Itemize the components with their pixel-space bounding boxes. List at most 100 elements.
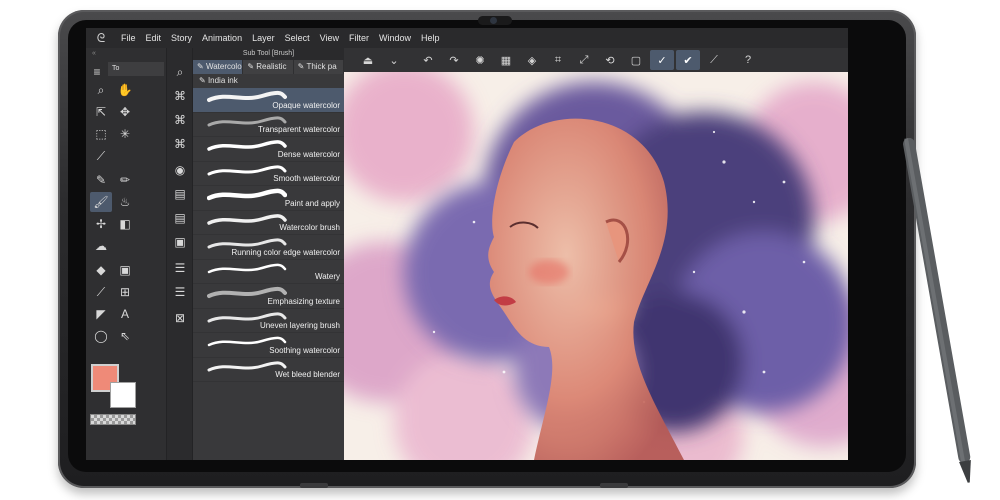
material-icon[interactable]: ▤ (169, 208, 191, 228)
layers-icon[interactable]: ☰ (169, 258, 191, 278)
menu-file[interactable]: File (116, 33, 141, 43)
pen-curve-icon[interactable]: ✔ (676, 50, 700, 70)
undo-icon[interactable]: ↶ (416, 50, 440, 70)
tab-label: Thick pa (306, 62, 337, 71)
balloon-icon[interactable]: ◯ (90, 326, 112, 346)
brush-item[interactable]: Uneven layering brush (193, 309, 344, 333)
material-icon[interactable]: ▤ (169, 184, 191, 204)
menu-animation[interactable]: Animation (197, 33, 247, 43)
bucket-icon[interactable]: ◈ (520, 50, 544, 70)
sub-color-swatch[interactable] (110, 382, 136, 408)
fill-bucket-icon[interactable]: ◆ (90, 260, 112, 280)
move-icon[interactable]: ✥ (114, 102, 136, 122)
app-screen: ᘓ File Edit Story Animation Layer Select… (86, 28, 848, 460)
frame-border-icon[interactable]: ⊞ (114, 282, 136, 302)
tab-label: Watercolor (205, 62, 243, 71)
brush-stroke-preview (207, 263, 287, 273)
pointer-icon[interactable]: ⇱ (90, 102, 112, 122)
text-icon[interactable]: A (114, 304, 136, 324)
menu-icon[interactable]: ≡ (86, 62, 108, 82)
pen-icon[interactable]: ✎ (90, 170, 112, 190)
command-bar: ⏏ ⌄ ↶ ↷ ✺ ▦ ◈ ⌗ ⤢ ⟲ ▢ ✓ ✔ ⟋ ? (344, 48, 848, 72)
zoom-icon[interactable]: ⌕ (169, 62, 191, 82)
brush-name: Opaque watercolor (272, 100, 340, 110)
brush-name: Running color edge watercolor (231, 247, 340, 257)
brush-stroke-preview (207, 140, 287, 151)
menu-story[interactable]: Story (166, 33, 197, 43)
menu-filter[interactable]: Filter (344, 33, 374, 43)
gradient-icon[interactable]: ▣ (114, 260, 136, 280)
figure-icon[interactable]: ⟋ (90, 282, 112, 302)
crop-icon[interactable]: ⌗ (546, 50, 570, 70)
brush-item[interactable]: Watercolor brush (193, 211, 344, 235)
fill-icon[interactable]: ⏏ (356, 50, 380, 70)
brush-group-icon[interactable]: ⌘ (169, 110, 191, 130)
brush-name: Emphasizing texture (267, 296, 340, 306)
tab-watercolor[interactable]: ✎ Watercolor (193, 60, 243, 74)
transform-icon[interactable]: ⤢ (572, 50, 596, 70)
decoration-icon[interactable]: ✢ (90, 214, 112, 234)
brush-item[interactable]: Running color edge watercolor (193, 235, 344, 260)
brush-stroke-preview (207, 213, 287, 225)
tab-india-ink[interactable]: ✎ India ink (193, 74, 344, 88)
frame-icon[interactable]: ▢ (624, 50, 648, 70)
brush-group-icon[interactable]: ⌘ (169, 86, 191, 106)
layers-icon[interactable]: ☰ (169, 282, 191, 302)
brush-item[interactable]: Soothing watercolor (193, 333, 344, 358)
palette-icon[interactable]: ◉ (169, 160, 191, 180)
brush-item[interactable]: Dense watercolor (193, 137, 344, 162)
redo-icon[interactable]: ↷ (442, 50, 466, 70)
loading-icon[interactable]: ✺ (468, 50, 492, 70)
grid-icon[interactable]: ▦ (494, 50, 518, 70)
pen-line-icon[interactable]: ⟋ (702, 50, 726, 70)
help-icon[interactable]: ? (736, 50, 760, 70)
blend-icon[interactable]: ☁ (90, 236, 112, 256)
brush-name: Dense watercolor (277, 149, 340, 159)
chevron-down-icon[interactable]: ⌄ (382, 50, 406, 70)
menu-select[interactable]: Select (280, 33, 315, 43)
port (600, 483, 628, 488)
marquee-icon[interactable]: ⬚ (90, 124, 112, 144)
ruler-icon[interactable]: ◤ (90, 304, 112, 324)
drawing-canvas[interactable] (344, 72, 848, 460)
brush-item[interactable]: Wet bleed blender (193, 358, 344, 382)
brush-item[interactable]: Watery (193, 260, 344, 284)
rotate-icon[interactable]: ⟲ (598, 50, 622, 70)
brush-icon[interactable]: 🖌 (90, 192, 112, 212)
menu-bar: ᘓ File Edit Story Animation Layer Select… (86, 28, 848, 48)
magic-wand-icon[interactable]: ✳ (114, 124, 136, 144)
menu-help[interactable]: Help (416, 33, 445, 43)
correct-line-icon[interactable]: ⇖ (114, 326, 136, 346)
panel-title: Sub Tool [Brush] (193, 48, 344, 60)
hand-icon[interactable]: ✋ (114, 80, 136, 100)
menu-layer[interactable]: Layer (247, 33, 280, 43)
brush-name: Watery (314, 272, 340, 281)
airbrush-icon[interactable]: ♨ (114, 192, 136, 212)
eyedropper-icon[interactable]: ⟋ (90, 146, 112, 166)
collapse-icon[interactable]: « (86, 48, 166, 60)
brush-item[interactable]: Transparent watercolor (193, 113, 344, 137)
tool-tab[interactable]: To (108, 62, 164, 76)
front-camera (478, 16, 512, 25)
pen-stabilize-icon[interactable]: ✓ (650, 50, 674, 70)
eraser-icon[interactable]: ◧ (114, 214, 136, 234)
app-logo-icon[interactable]: ᘓ (86, 31, 116, 46)
tab-thick-paint[interactable]: ✎ Thick pa (293, 60, 343, 74)
tab-realistic[interactable]: ✎ Realistic (243, 60, 293, 74)
brush-item[interactable]: Smooth watercolor (193, 162, 344, 186)
transparent-color-swatch[interactable] (90, 414, 136, 425)
pencil-icon[interactable]: ✏ (114, 170, 136, 190)
brush-item[interactable]: Paint and apply (193, 186, 344, 211)
brush-name: Transparent watercolor (258, 125, 340, 134)
brush-group-icon[interactable]: ⌘ (169, 134, 191, 154)
square-icon[interactable]: ▣ (169, 232, 191, 252)
navigator-icon[interactable]: ⊠ (169, 308, 191, 328)
brush-item[interactable]: Opaque watercolor (193, 88, 344, 113)
zoom-icon[interactable]: ⌕ (90, 80, 112, 100)
menu-window[interactable]: Window (374, 33, 416, 43)
menu-view[interactable]: View (315, 33, 344, 43)
brush-item[interactable]: Emphasizing texture (193, 284, 344, 309)
sub-tool-panel: Sub Tool [Brush] ✎ Watercolor ✎ Realisti… (192, 48, 344, 460)
brush-name: Smooth watercolor (273, 174, 340, 183)
menu-edit[interactable]: Edit (141, 33, 167, 43)
